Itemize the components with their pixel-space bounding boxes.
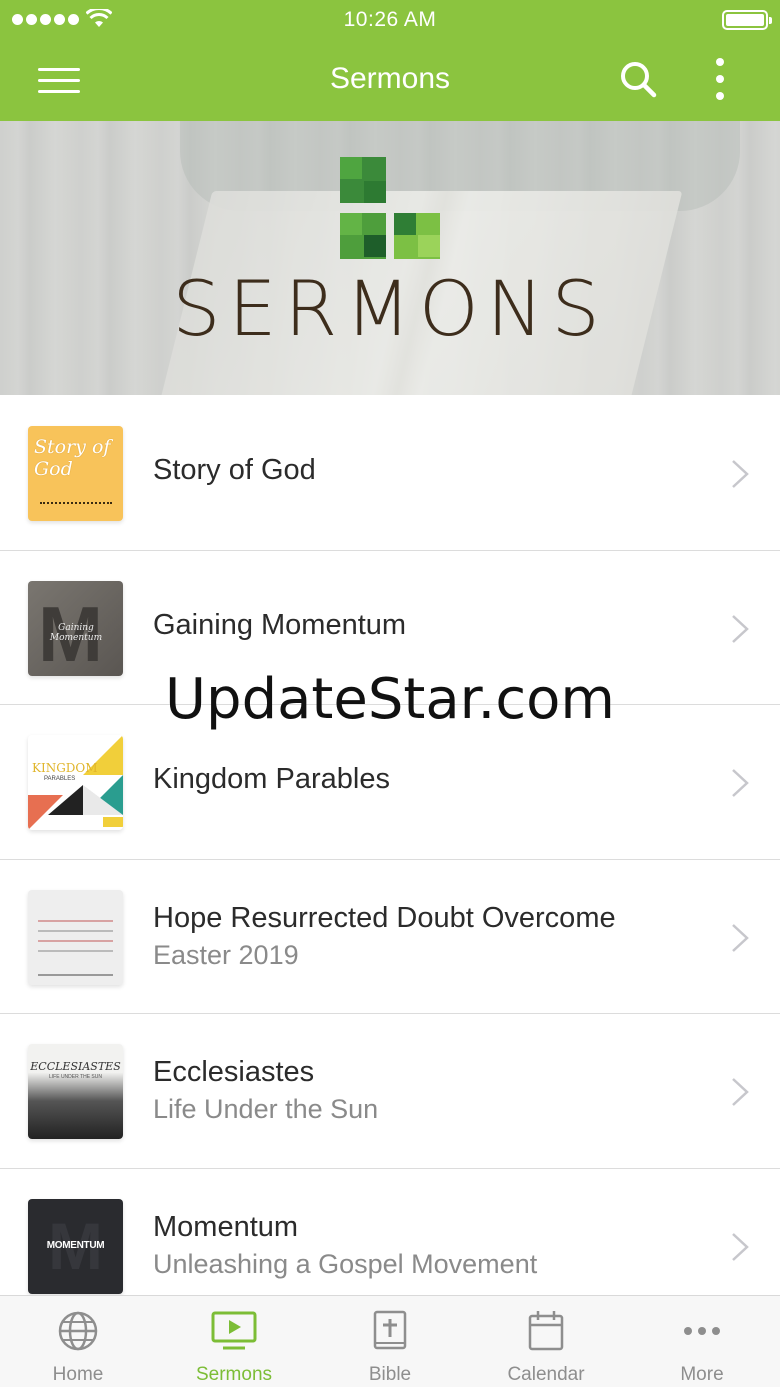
sermon-subtitle: Life Under the Sun: [153, 1094, 379, 1124]
tab-label: More: [680, 1364, 724, 1385]
bible-icon: [373, 1310, 407, 1350]
tab-more[interactable]: More: [624, 1296, 780, 1387]
tab-label: Sermons: [195, 1364, 273, 1385]
sermon-row-kingdom-parables[interactable]: KINGDOM PARABLES Kingdom Parables: [0, 705, 780, 860]
sermon-title: Story of God: [153, 454, 316, 486]
sermon-subtitle: Easter 2019: [153, 939, 299, 970]
more-options-button[interactable]: [708, 58, 732, 100]
sermon-series-list: Story of God Story of God M Gaining Mome…: [0, 396, 780, 1323]
tab-label: Home: [52, 1364, 104, 1385]
chevron-right-icon: [732, 1232, 749, 1261]
status-bar: 10:26 AM: [0, 0, 780, 40]
momentum-artwork: M MOMENTUM: [28, 1198, 123, 1294]
sermon-row-story-of-god[interactable]: Story of God Story of God: [0, 396, 780, 551]
church-cross-logo: [340, 157, 440, 259]
search-icon[interactable]: [619, 60, 657, 98]
battery-icon: [722, 10, 772, 30]
hero-banner: SERMONS: [0, 121, 780, 395]
sermon-row-hope-resurrected[interactable]: Hope Resurrected Doubt Overcome Easter 2…: [0, 859, 780, 1014]
chevron-right-icon: [732, 1078, 749, 1106]
top-bar: 10:26 AM Sermons: [0, 0, 780, 121]
sermon-title: Ecclesiastes: [153, 1056, 315, 1088]
sermon-title: Gaining Momentum: [153, 608, 407, 641]
tv-play-icon: [211, 1311, 257, 1350]
tab-bible[interactable]: Bible: [312, 1296, 468, 1387]
navigation-bar: Sermons: [0, 40, 780, 121]
sermon-title: Hope Resurrected Doubt Overcome: [153, 901, 616, 934]
sermon-title: Momentum: [153, 1210, 299, 1243]
sermon-subtitle: Unleashing a Gospel Movement: [153, 1248, 538, 1279]
page-title: Sermons: [329, 62, 451, 95]
tab-label: Calendar: [507, 1364, 585, 1385]
tab-home[interactable]: Home: [0, 1296, 156, 1387]
chevron-right-icon: [732, 614, 749, 643]
globe-icon: [58, 1311, 98, 1351]
more-dots-icon: [684, 1327, 720, 1335]
status-time: 10:26 AM: [343, 8, 437, 31]
sermon-row-gaining-momentum[interactable]: M Gaining Momentum Gaining Momentum: [0, 550, 780, 705]
ecclesiastes-artwork: ECCLESIASTES LIFE UNDER THE SUN: [28, 1044, 123, 1139]
sermon-title: Kingdom Parables: [153, 763, 390, 795]
chevron-right-icon: [732, 460, 749, 488]
story-of-god-artwork: Story of God: [28, 426, 123, 521]
hope-resurrected-artwork: [28, 889, 123, 985]
chevron-right-icon: [732, 923, 749, 952]
bottom-tab-bar: Home Sermons Bible Calendar More: [0, 1295, 780, 1387]
gaining-momentum-artwork: M Gaining Momentum: [28, 580, 123, 676]
calendar-icon: [528, 1311, 564, 1351]
kingdom-parables-artwork: KINGDOM PARABLES: [28, 735, 123, 830]
chevron-right-icon: [732, 769, 749, 797]
hero-title: SERMONS: [172, 264, 608, 353]
tab-label: Bible: [368, 1364, 412, 1385]
tab-sermons[interactable]: Sermons: [156, 1296, 312, 1387]
tab-calendar[interactable]: Calendar: [468, 1296, 624, 1387]
sermon-row-ecclesiastes[interactable]: ECCLESIASTES LIFE UNDER THE SUN Ecclesia…: [0, 1014, 780, 1169]
